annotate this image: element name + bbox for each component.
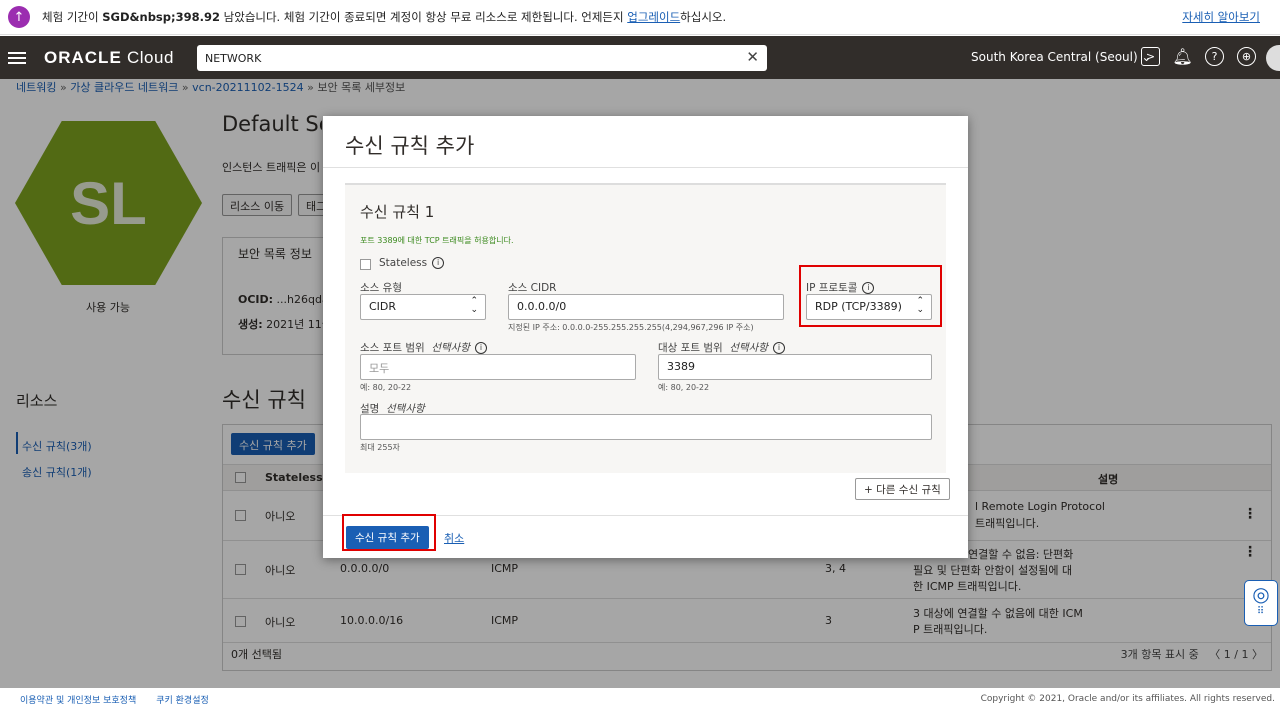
source-cidr-label: 소스 CIDR bbox=[508, 282, 557, 294]
ingress-rule-panel: 수신 규칙 1 포트 3389에 대한 TCP 트래픽을 허용합니다. Stat… bbox=[345, 183, 946, 473]
description-input[interactable] bbox=[360, 414, 932, 440]
info-icon[interactable]: i bbox=[772, 342, 785, 354]
copyright: Copyright © 2021, Oracle and/or its affi… bbox=[980, 694, 1275, 704]
highlight-submit bbox=[342, 514, 436, 551]
source-port-input[interactable]: 모두 bbox=[360, 354, 636, 380]
learn-more-link[interactable]: 자세히 알아보기 bbox=[1182, 9, 1260, 25]
source-port-label: 소스 포트 범위 선택사항 i bbox=[360, 340, 487, 355]
help-lifebuoy-icon[interactable]: ◎ ⠿ bbox=[1244, 580, 1278, 626]
upgrade-arrow-icon: ↑ bbox=[8, 6, 30, 28]
region-selector[interactable]: South Korea Central (Seoul) ⌄ bbox=[971, 50, 1152, 64]
help-icon[interactable]: ? bbox=[1205, 47, 1224, 66]
highlight-ip-protocol bbox=[799, 265, 942, 327]
source-type-select[interactable]: CIDR ⌃ ⌄ bbox=[360, 294, 486, 320]
dest-port-input[interactable]: 3389 bbox=[658, 354, 932, 380]
avatar[interactable] bbox=[1266, 45, 1280, 71]
info-icon[interactable]: i bbox=[432, 257, 445, 269]
dest-port-example: 예: 80, 20-22 bbox=[658, 383, 710, 392]
globe-icon[interactable]: ⊕ bbox=[1237, 47, 1256, 66]
source-port-example: 예: 80, 20-22 bbox=[360, 383, 412, 392]
info-icon[interactable]: i bbox=[474, 342, 487, 354]
trial-message: 체험 기간이 SGD&nbsp;398.92 남았습니다. 체험 기간이 종료되… bbox=[42, 10, 727, 24]
clear-search-icon[interactable]: ✕ bbox=[746, 48, 759, 66]
cloud-shell-icon[interactable]: > bbox=[1141, 47, 1160, 66]
source-cidr-input[interactable]: 0.0.0.0/0 bbox=[508, 294, 784, 320]
trial-banner: ↑ 체험 기간이 SGD&nbsp;398.92 남았습니다. 체험 기간이 종… bbox=[0, 0, 1280, 35]
rule-hint: 포트 3389에 대한 TCP 트래픽을 허용합니다. bbox=[360, 236, 514, 245]
cookie-preferences-link[interactable]: 쿠키 환경설정 bbox=[156, 693, 209, 706]
bell-icon[interactable]: 🔔︎ bbox=[1172, 47, 1192, 66]
stateless-label: Stateless i bbox=[379, 257, 445, 269]
description-max: 최대 255자 bbox=[360, 443, 400, 452]
top-header: ORACLE Cloud NETWORK ✕ South Korea Centr… bbox=[0, 36, 1280, 79]
terms-link[interactable]: 이용약관 및 개인정보 보호정책 bbox=[20, 693, 136, 706]
oracle-cloud-logo[interactable]: ORACLE Cloud bbox=[44, 48, 174, 68]
add-ingress-rule-dialog: 수신 규칙 추가 수신 규칙 1 포트 3389에 대한 TCP 트래픽을 허용… bbox=[323, 116, 968, 558]
stateless-checkbox[interactable] bbox=[360, 259, 371, 270]
source-type-label: 소스 유형 bbox=[360, 282, 402, 294]
upgrade-link[interactable]: 업그레이드 bbox=[627, 10, 680, 24]
footer: 이용약관 및 개인정보 보호정책 쿠키 환경설정 Copyright © 202… bbox=[0, 688, 1280, 710]
search-input[interactable]: NETWORK ✕ bbox=[197, 45, 767, 71]
add-another-rule-button[interactable]: + 다른 수신 규칙 bbox=[855, 478, 950, 500]
cidr-help: 지정된 IP 주소: 0.0.0.0-255.255.255.255(4,294… bbox=[508, 323, 754, 332]
hamburger-menu-icon[interactable] bbox=[8, 49, 26, 67]
dest-port-label: 대상 포트 범위 선택사항 i bbox=[658, 340, 785, 355]
rule-title: 수신 규칙 1 bbox=[360, 203, 435, 221]
cancel-link[interactable]: 취소 bbox=[444, 530, 464, 546]
select-caret-icon: ⌃ ⌄ bbox=[470, 296, 478, 315]
dialog-title: 수신 규칙 추가 bbox=[345, 134, 475, 158]
